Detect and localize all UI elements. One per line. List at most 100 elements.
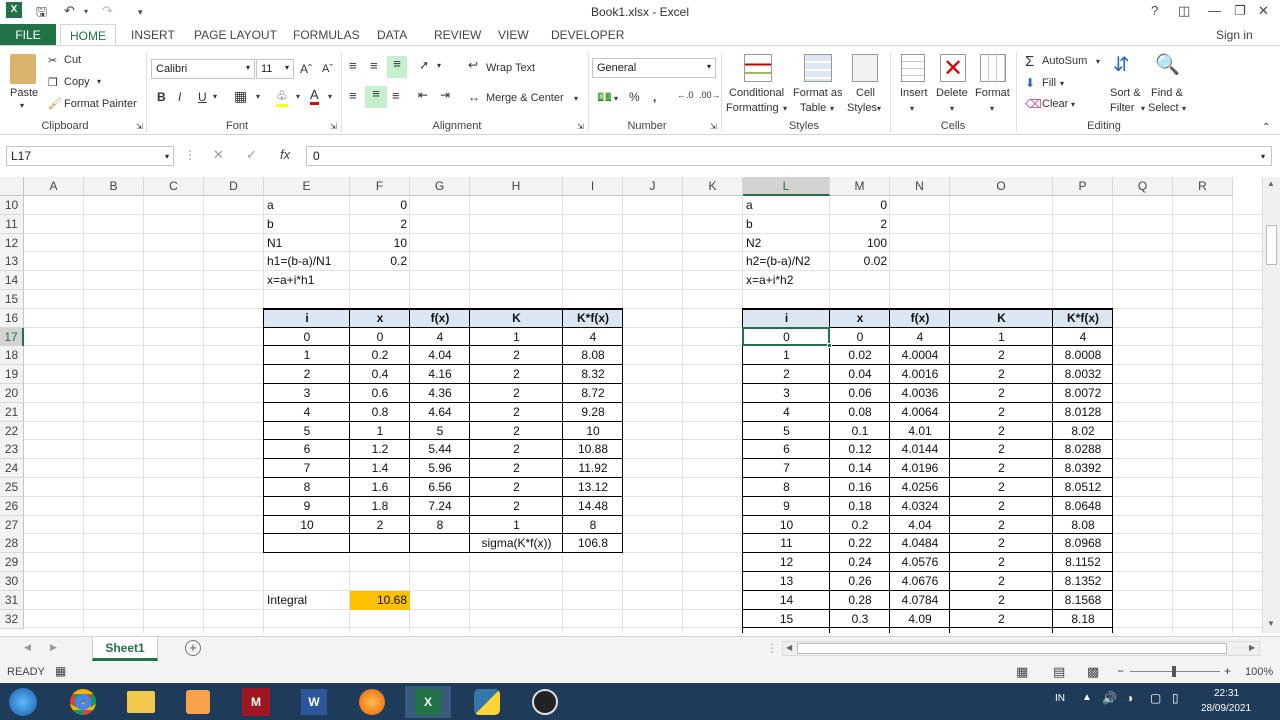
row-header-16[interactable]: 16 xyxy=(0,308,24,328)
column-header-o[interactable]: O xyxy=(950,177,1053,196)
clipboard-launcher-icon[interactable]: ⇲ xyxy=(136,122,143,131)
increase-indent-icon[interactable]: ⇥ xyxy=(440,88,450,102)
row-header-29[interactable]: 29 xyxy=(0,553,24,573)
insert-button[interactable]: Insert xyxy=(900,87,928,99)
row-header-15[interactable]: 15 xyxy=(0,290,24,309)
clock-date[interactable]: 28/09/2021 xyxy=(1201,703,1251,714)
table-cell[interactable]: 8 xyxy=(743,478,830,497)
table-cell[interactable]: 5.96 xyxy=(410,459,470,478)
table-cell[interactable]: 1 xyxy=(470,328,563,347)
row-header-25[interactable]: 25 xyxy=(0,478,24,497)
row-header-23[interactable]: 23 xyxy=(0,440,24,460)
binoculars-icon[interactable]: 🔍 xyxy=(1155,52,1180,77)
table-cell[interactable]: 5.44 xyxy=(410,440,470,459)
tab-review[interactable]: REVIEW xyxy=(434,28,481,42)
table-cell[interactable]: 2 xyxy=(950,403,1053,422)
wrap-text-button[interactable]: Wrap Text xyxy=(486,62,535,74)
column-header-c[interactable]: C xyxy=(144,177,204,196)
scroll-sheets-left-icon[interactable]: ◀ xyxy=(24,642,31,653)
table-cell[interactable]: 6.56 xyxy=(410,478,470,497)
table-cell[interactable]: 0.1 xyxy=(830,422,890,441)
table-cell[interactable]: 0.26 xyxy=(830,572,890,591)
table-cell[interactable]: 8.0008 xyxy=(1053,346,1113,365)
enter-icon[interactable]: ✓ xyxy=(246,147,257,163)
table-cell[interactable]: 4.01 xyxy=(890,422,950,441)
insert-function-icon[interactable]: fx xyxy=(280,147,290,162)
normal-view-icon[interactable]: ▦ xyxy=(1016,664,1028,680)
column-header-p[interactable]: P xyxy=(1053,177,1113,196)
wrap-text-icon[interactable]: ↩ xyxy=(468,58,478,72)
row-header-27[interactable]: 27 xyxy=(0,515,24,535)
table-cell[interactable]: 0 xyxy=(264,328,350,347)
sheet-tab-sheet1[interactable]: Sheet1 xyxy=(92,637,158,661)
vertical-scroll-thumb[interactable] xyxy=(1266,225,1277,265)
table-cell[interactable]: 2 xyxy=(470,365,563,384)
scroll-up-icon[interactable]: ▲ xyxy=(1267,179,1275,188)
fill-icon[interactable]: ⬇ xyxy=(1025,76,1035,90)
table-cell[interactable]: 8.0072 xyxy=(1053,384,1113,403)
clear-dropdown-icon[interactable]: ▾ xyxy=(1071,100,1075,109)
conditional-dropdown-icon[interactable]: ▾ xyxy=(783,104,787,113)
scroll-left-icon[interactable]: ◀ xyxy=(786,643,792,652)
sum-value[interactable]: 106.8 xyxy=(563,534,623,553)
cell-styles-dropdown-icon[interactable]: ▾ xyxy=(877,104,881,113)
insert-cells-icon[interactable] xyxy=(901,54,925,82)
excel-taskbar-icon[interactable]: X xyxy=(405,686,451,718)
zoom-slider-thumb[interactable] xyxy=(1172,666,1176,677)
table-header-cell[interactable]: f(x) xyxy=(410,309,470,328)
table-cell[interactable]: 0.2 xyxy=(350,346,410,365)
file-explorer-icon[interactable] xyxy=(118,686,164,718)
merge-center-button[interactable]: Merge & Center xyxy=(486,92,564,104)
param-value[interactable]: 0 xyxy=(830,196,890,215)
param-label[interactable]: N2 xyxy=(743,234,830,253)
table-cell[interactable]: 13 xyxy=(743,572,830,591)
column-header-j[interactable]: J xyxy=(623,177,683,196)
table-cell[interactable]: 4 xyxy=(890,328,950,347)
table-cell[interactable]: 0.08 xyxy=(830,403,890,422)
table-cell[interactable]: 11.92 xyxy=(563,459,623,478)
format-as-table-label2[interactable]: Table xyxy=(800,102,826,114)
increase-font-icon[interactable]: Aˆ xyxy=(300,62,312,76)
underline-button[interactable]: U xyxy=(198,90,207,104)
language-indicator[interactable]: IN xyxy=(1055,693,1065,704)
table-cell[interactable]: 8.08 xyxy=(1053,516,1113,535)
table-cell[interactable]: 12 xyxy=(743,553,830,572)
table-header-cell[interactable]: K*f(x) xyxy=(563,309,623,328)
table-cell[interactable]: 2 xyxy=(470,422,563,441)
table-cell[interactable]: 8.0128 xyxy=(1053,403,1113,422)
collapse-ribbon-icon[interactable]: ⌃ xyxy=(1262,122,1270,133)
table-cell[interactable]: 8.1352 xyxy=(1053,572,1113,591)
accounting-format-icon[interactable]: 💵 xyxy=(597,90,612,104)
font-name-combo[interactable]: Calibri ▾ xyxy=(151,59,255,79)
row-header-19[interactable]: 19 xyxy=(0,365,24,385)
param-label[interactable]: h1=(b-a)/N1 xyxy=(264,252,350,271)
firefox-icon[interactable] xyxy=(349,686,395,718)
table-cell[interactable]: 1 xyxy=(470,516,563,535)
sum-label[interactable]: sigma(K*f(x)) xyxy=(470,534,563,553)
table-cell[interactable]: 2 xyxy=(950,384,1053,403)
table-cell[interactable]: 2 xyxy=(950,572,1053,591)
table-cell[interactable]: 4.16 xyxy=(410,365,470,384)
table-cell[interactable]: 0.04 xyxy=(830,365,890,384)
table-cell[interactable]: 8.1568 xyxy=(1053,591,1113,610)
table-cell[interactable]: 2 xyxy=(743,365,830,384)
row-header-11[interactable]: 11 xyxy=(0,214,24,234)
table-cell[interactable]: 1 xyxy=(264,346,350,365)
word-icon[interactable]: W xyxy=(291,686,337,718)
table-cell[interactable]: 8.08 xyxy=(563,346,623,365)
row-header-32[interactable]: 32 xyxy=(0,609,24,629)
table-cell[interactable]: 4.0004 xyxy=(890,346,950,365)
param-label[interactable]: a xyxy=(264,196,350,215)
table-cell[interactable]: 4 xyxy=(264,403,350,422)
tab-formulas[interactable]: FORMULAS xyxy=(293,28,360,42)
alignment-launcher-icon[interactable]: ⇲ xyxy=(577,122,584,131)
column-header-r[interactable]: R xyxy=(1173,177,1233,196)
formula-input[interactable]: 0 ▾ xyxy=(306,146,1272,166)
param-label[interactable]: x=a+i*h2 xyxy=(743,271,830,290)
table-cell[interactable]: 4.0144 xyxy=(890,440,950,459)
clock-time[interactable]: 22:31 xyxy=(1214,688,1239,699)
table-cell[interactable]: 0.4 xyxy=(350,365,410,384)
clear-button[interactable]: Clear xyxy=(1042,98,1068,110)
table-cell[interactable]: 5 xyxy=(264,422,350,441)
obs-icon[interactable] xyxy=(522,686,568,718)
